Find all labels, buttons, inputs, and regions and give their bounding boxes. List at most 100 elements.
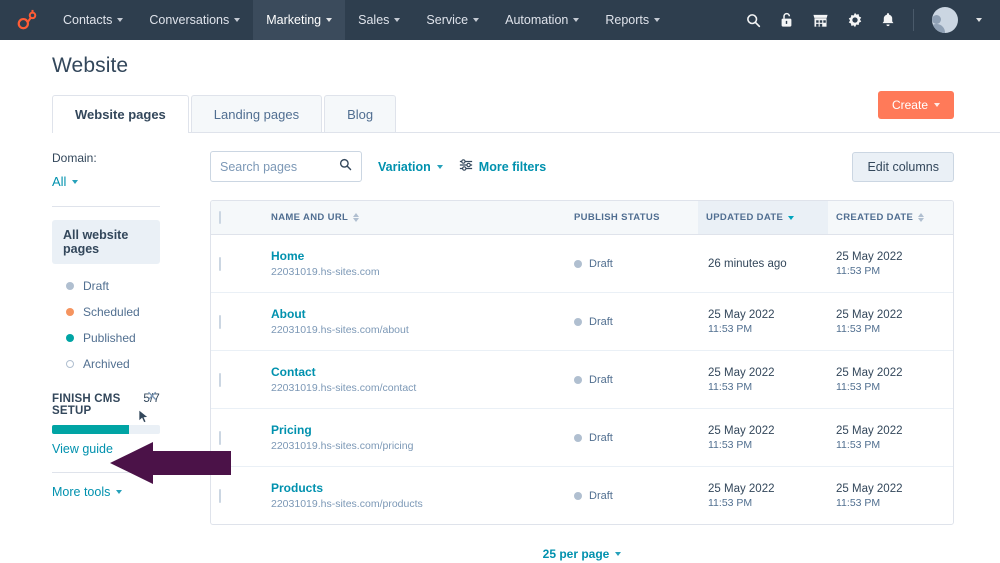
row-created-date-cell: 25 May 2022 11:53 PM <box>828 234 953 293</box>
chevron-down-icon <box>654 18 661 22</box>
status-label: Draft <box>589 431 613 444</box>
view-guide-link[interactable]: View guide <box>52 442 113 456</box>
hubspot-sprocket-logo[interactable] <box>10 0 44 40</box>
gear-icon[interactable] <box>847 12 863 28</box>
close-icon[interactable]: ✕ <box>146 389 158 403</box>
nav-label: Sales <box>358 13 390 27</box>
row-select-cell <box>211 467 263 525</box>
tab-website-pages[interactable]: Website pages <box>52 95 189 133</box>
table-row[interactable]: Contact 22031019.hs-sites.com/contact Draf… <box>211 350 953 409</box>
variation-dropdown[interactable]: Variation <box>378 160 443 174</box>
chevron-down-icon <box>473 18 480 22</box>
nav-item-conversations[interactable]: Conversations <box>136 0 253 40</box>
nav-label: Contacts <box>63 13 113 27</box>
row-checkbox[interactable] <box>219 372 221 387</box>
table-row[interactable]: About 22031019.hs-sites.com/about Draft 25 … <box>211 292 953 351</box>
sort-icon <box>918 213 925 222</box>
created-date-main: 25 May 2022 <box>836 308 903 321</box>
table-toolbar: Variation More filters Edit columns <box>210 151 954 182</box>
nav-item-automation[interactable]: Automation <box>492 0 592 40</box>
cms-setup-title: FINISH CMS SETUP <box>52 393 121 417</box>
nav-item-reports[interactable]: Reports <box>592 0 673 40</box>
sort-icon-descending <box>788 215 795 220</box>
tab-landing-pages[interactable]: Landing pages <box>190 95 323 132</box>
status-dot <box>574 375 582 384</box>
row-checkbox[interactable] <box>219 314 221 329</box>
nav-item-contacts[interactable]: Contacts <box>50 0 136 40</box>
sidebar-item-scheduled[interactable]: Scheduled <box>52 299 160 325</box>
marketplace-icon[interactable] <box>812 12 829 28</box>
nav-label: Service <box>426 13 469 27</box>
sidebar-item-archived[interactable]: Archived <box>52 351 160 377</box>
row-updated-date-cell: 25 May 2022 11:53 PM <box>698 467 828 525</box>
table-row[interactable]: Pricing 22031019.hs-sites.com/pricing Draf… <box>211 408 953 467</box>
page-url: 22031019.hs-sites.com/about <box>271 324 409 336</box>
more-tools-dropdown[interactable]: More tools <box>52 485 160 499</box>
sidebar-item-label: All website pages <box>63 228 129 256</box>
domain-filter-dropdown[interactable]: All <box>52 174 160 189</box>
page-name-link[interactable]: About <box>271 307 306 321</box>
page-name-link[interactable]: Contact <box>271 365 316 379</box>
tab-blog[interactable]: Blog <box>324 95 397 132</box>
search-icon[interactable] <box>339 158 352 176</box>
sidebar-item-published[interactable]: Published <box>52 325 160 351</box>
search-input[interactable] <box>220 159 339 174</box>
created-date-main: 25 May 2022 <box>836 366 903 379</box>
column-publish-status: PUBLISH STATUS <box>566 201 698 235</box>
updated-date-sub: 11:53 PM <box>708 438 753 451</box>
nav-item-sales[interactable]: Sales <box>345 0 413 40</box>
row-created-date-cell: 25 May 2022 11:53 PM <box>828 350 953 409</box>
updated-date-main: 25 May 2022 <box>708 424 775 437</box>
sidebar-item-all-website-pages[interactable]: All website pages <box>52 220 160 264</box>
edit-columns-button[interactable]: Edit columns <box>852 151 954 182</box>
tab-label: Landing pages <box>213 107 300 122</box>
sidebar-divider <box>52 206 160 207</box>
row-status-cell: Draft <box>566 292 698 351</box>
per-page-dropdown[interactable]: 25 per page <box>543 547 622 561</box>
search-icon[interactable] <box>746 13 761 28</box>
cms-setup-card: ✕ FINISH CMS SETUP 5/7 View guide More t… <box>52 389 231 499</box>
created-date-sub: 11:53 PM <box>836 496 881 509</box>
page-url: 22031019.hs-sites.com/pricing <box>271 440 414 452</box>
status-label: Draft <box>589 373 613 386</box>
select-all-checkbox[interactable] <box>219 211 221 224</box>
column-name-and-url[interactable]: NAME AND URL <box>263 201 566 235</box>
table-row[interactable]: Products 22031019.hs-sites.com/products Dr… <box>211 467 953 525</box>
avatar[interactable] <box>932 7 958 33</box>
created-date-sub: 11:53 PM <box>836 322 881 335</box>
column-created-date[interactable]: CREATED DATE <box>828 201 953 235</box>
pages-table: NAME AND URL PUBLISH STATUS UPDATED DATE… <box>211 201 953 524</box>
nav-item-marketing[interactable]: Marketing <box>253 0 346 40</box>
row-checkbox[interactable] <box>219 256 221 271</box>
page-name-link[interactable]: Home <box>271 249 304 263</box>
chevron-down-icon <box>326 18 333 22</box>
row-checkbox[interactable] <box>219 430 221 445</box>
row-checkbox[interactable] <box>219 488 221 503</box>
sidebar-item-draft[interactable]: Draft <box>52 273 160 299</box>
row-updated-date-cell: 25 May 2022 11:53 PM <box>698 408 828 467</box>
nav-label: Marketing <box>266 13 322 27</box>
page-name-link[interactable]: Products <box>271 481 323 495</box>
page-header: Website Create Website pages Landing pag… <box>0 40 1000 133</box>
page-name-link[interactable]: Pricing <box>271 423 312 437</box>
chevron-down-icon[interactable] <box>976 18 982 22</box>
notifications-bell-icon[interactable] <box>881 12 895 28</box>
nav-label: Reports <box>605 13 650 27</box>
row-select-cell <box>211 408 263 467</box>
table-header-row: NAME AND URL PUBLISH STATUS UPDATED DATE… <box>211 201 953 235</box>
nav-item-service[interactable]: Service <box>413 0 492 40</box>
page-url: 22031019.hs-sites.com/products <box>271 498 423 510</box>
more-tools-label: More tools <box>52 485 111 499</box>
status-dot-published <box>66 334 74 342</box>
search-pages-box[interactable] <box>210 151 362 182</box>
sidebar-item-label: Scheduled <box>83 305 140 319</box>
cms-setup-progress-bar <box>52 425 160 434</box>
row-name-cell: Contact 22031019.hs-sites.com/contact <box>263 350 566 409</box>
table-row[interactable]: Home 22031019.hs-sites.com Draft 26 minutes… <box>211 234 953 293</box>
unlock-icon[interactable] <box>779 12 794 28</box>
column-updated-date[interactable]: UPDATED DATE <box>698 201 828 235</box>
nav-label: Conversations <box>149 13 230 27</box>
column-label: CREATED DATE <box>836 212 914 223</box>
more-filters-button[interactable]: More filters <box>459 158 546 175</box>
content-type-tabs: Website pages Landing pages Blog <box>52 95 976 133</box>
